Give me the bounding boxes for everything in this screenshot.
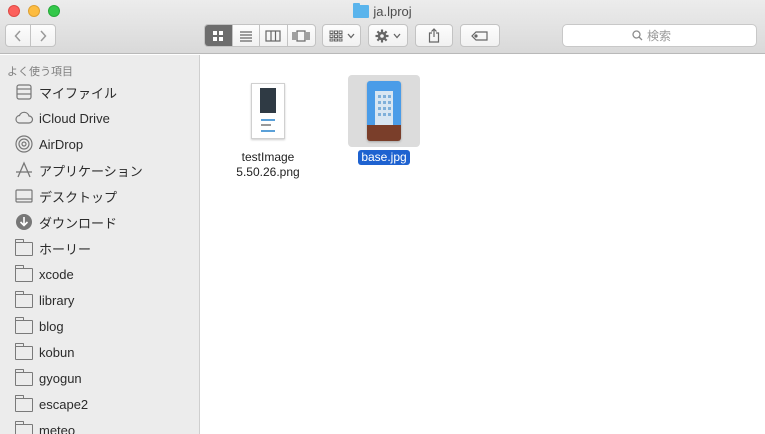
finder-window: ja.lproj 検索 よく使う項目 マイファイル iCloud Drive A… [0, 0, 765, 434]
airdrop-icon [14, 134, 34, 154]
chevron-left-icon [14, 29, 21, 42]
file-thumbnail [232, 75, 304, 147]
sidebar-item-label: AirDrop [39, 136, 84, 152]
sidebar-section-favorites: よく使う項目 [7, 66, 73, 78]
sidebar-item-folder[interactable]: ホーリー [0, 235, 199, 261]
sidebar-item-label: ホーリー [39, 241, 92, 257]
column-view-icon [265, 29, 281, 42]
icon-view-icon [213, 30, 224, 41]
folder-icon [14, 368, 34, 388]
folder-icon [14, 420, 34, 434]
gallery-view-button[interactable] [288, 25, 315, 46]
sidebar-item-desktop[interactable]: デスクトップ [0, 183, 199, 209]
sidebar-item-airdrop[interactable]: AirDrop [0, 131, 199, 157]
applications-icon [14, 160, 34, 180]
sidebar-item-folder[interactable]: blog [0, 313, 199, 339]
folder-icon [14, 342, 34, 362]
action-button[interactable] [368, 24, 408, 47]
group-icon [329, 30, 342, 41]
sidebar-item-label: マイファイル [39, 85, 118, 101]
png-preview-icon [251, 83, 285, 139]
back-forward-control [5, 24, 56, 47]
sidebar: よく使う項目 マイファイル iCloud Drive AirDrop アプリケー… [0, 55, 200, 434]
column-view-button[interactable] [260, 25, 288, 46]
file-item[interactable]: testImage 5.50.26.png [223, 75, 313, 180]
file-browser: testImage 5.50.26.png base.jpg [201, 55, 765, 434]
download-icon [14, 212, 34, 232]
sidebar-item-label: ダウンロード [39, 215, 118, 231]
sidebar-item-label: kobun [39, 344, 75, 360]
share-button[interactable] [415, 24, 453, 47]
sidebar-item-my-files[interactable]: マイファイル [0, 79, 199, 105]
tags-button[interactable] [460, 24, 500, 47]
sidebar-item-applications[interactable]: アプリケーション [0, 157, 199, 183]
sidebar-item-folder[interactable]: escape2 [0, 391, 199, 417]
sidebar-item-folder[interactable]: gyogun [0, 365, 199, 391]
folder-icon [14, 290, 34, 310]
search-icon [632, 30, 643, 41]
sidebar-item-label: escape2 [39, 396, 89, 412]
sidebar-item-folder[interactable]: kobun [0, 339, 199, 365]
sidebar-item-folder[interactable]: xcode [0, 261, 199, 287]
window-title-text: ja.lproj [373, 3, 412, 19]
sidebar-item-label: blog [39, 318, 64, 334]
sidebar-item-label: iCloud Drive [39, 110, 110, 126]
view-mode-control [204, 24, 316, 47]
all-files-icon [14, 82, 34, 102]
chevron-right-icon [40, 29, 47, 42]
folder-icon [14, 238, 34, 258]
gallery-view-icon [292, 29, 310, 42]
folder-icon [14, 316, 34, 336]
list-view-button[interactable] [233, 25, 260, 46]
file-item-selected[interactable]: base.jpg [339, 75, 429, 165]
sidebar-item-folder[interactable]: meteo [0, 417, 199, 434]
sidebar-item-folder[interactable]: library [0, 287, 199, 313]
sidebar-item-label: library [39, 292, 75, 308]
jpg-preview-icon [367, 81, 401, 141]
file-name: base.jpg [358, 150, 410, 165]
back-button[interactable] [6, 25, 31, 46]
folder-icon [14, 264, 34, 284]
sidebar-item-downloads[interactable]: ダウンロード [0, 209, 199, 235]
sidebar-item-label: meteo [39, 422, 76, 434]
search-input[interactable] [647, 28, 687, 43]
folder-icon [14, 394, 34, 414]
sidebar-item-icloud-drive[interactable]: iCloud Drive [0, 105, 199, 131]
sidebar-item-label: デスクトップ [39, 189, 118, 205]
desktop-icon [14, 186, 34, 206]
file-thumbnail [348, 75, 420, 147]
icon-view-button[interactable] [205, 25, 233, 46]
sidebar-item-label: アプリケーション [39, 163, 143, 179]
chevron-down-icon [347, 33, 354, 38]
file-name: testImage 5.50.26.png [236, 150, 300, 179]
forward-button[interactable] [31, 25, 55, 46]
list-view-icon [239, 30, 252, 42]
gear-icon [375, 29, 389, 42]
folder-icon [353, 2, 370, 18]
cloud-icon [14, 108, 34, 128]
toolbar: ja.lproj [0, 0, 765, 54]
group-by-button[interactable] [322, 24, 361, 47]
window-title: ja.lproj [0, 2, 765, 20]
sidebar-item-label: gyogun [39, 370, 82, 386]
search-field[interactable] [562, 24, 757, 47]
share-icon [428, 28, 440, 43]
tag-icon [471, 30, 488, 41]
chevron-down-icon [393, 33, 401, 38]
sidebar-item-label: xcode [39, 266, 74, 282]
